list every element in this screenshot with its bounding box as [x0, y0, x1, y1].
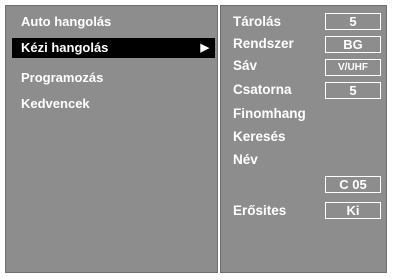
tarolas-value[interactable]: 5 — [325, 13, 381, 30]
menu-item-kedvencek[interactable]: Kedvencek — [12, 94, 215, 114]
nev-label: Név — [233, 152, 258, 167]
sav-value[interactable]: V/UHF — [325, 59, 381, 76]
csatorna-value[interactable]: 5 — [325, 82, 381, 99]
menu-item-programozas[interactable]: Programozás — [12, 68, 215, 88]
main-menu-panel: Auto hangolás Kézi hangolás ▶ Programozás… — [5, 5, 218, 273]
kereses-label[interactable]: Keresés — [233, 126, 286, 148]
manual-tuning-panel: Tárolás 5 Rendszer BG Sáv V/UHF Csatorna… — [220, 5, 387, 273]
nev-value[interactable]: C 05 — [325, 176, 381, 193]
menu-item-label: Kedvencek — [21, 96, 90, 111]
csatorna-label: Csatorna — [233, 82, 292, 97]
menu-item-auto-hangolas[interactable]: Auto hangolás — [12, 12, 215, 32]
finomhang-label[interactable]: Finomhang — [233, 103, 306, 125]
sav-label: Sáv — [233, 58, 258, 73]
arrow-right-icon: ▶ — [200, 42, 209, 54]
tarolas-label: Tárolás — [233, 14, 282, 29]
menu-item-label: Programozás — [21, 70, 104, 85]
erosites-label: Erősites — [233, 203, 287, 218]
menu-item-label: Kézi hangolás — [21, 40, 109, 55]
menu-item-label: Auto hangolás — [21, 14, 112, 29]
rendszer-label: Rendszer — [233, 36, 294, 51]
erosites-value[interactable]: Ki — [325, 202, 381, 219]
menu-item-kezi-hangolas[interactable]: Kézi hangolás ▶ — [12, 38, 215, 58]
osd-menu: Auto hangolás Kézi hangolás ▶ Programozás… — [5, 5, 387, 273]
rendszer-value[interactable]: BG — [325, 36, 381, 53]
